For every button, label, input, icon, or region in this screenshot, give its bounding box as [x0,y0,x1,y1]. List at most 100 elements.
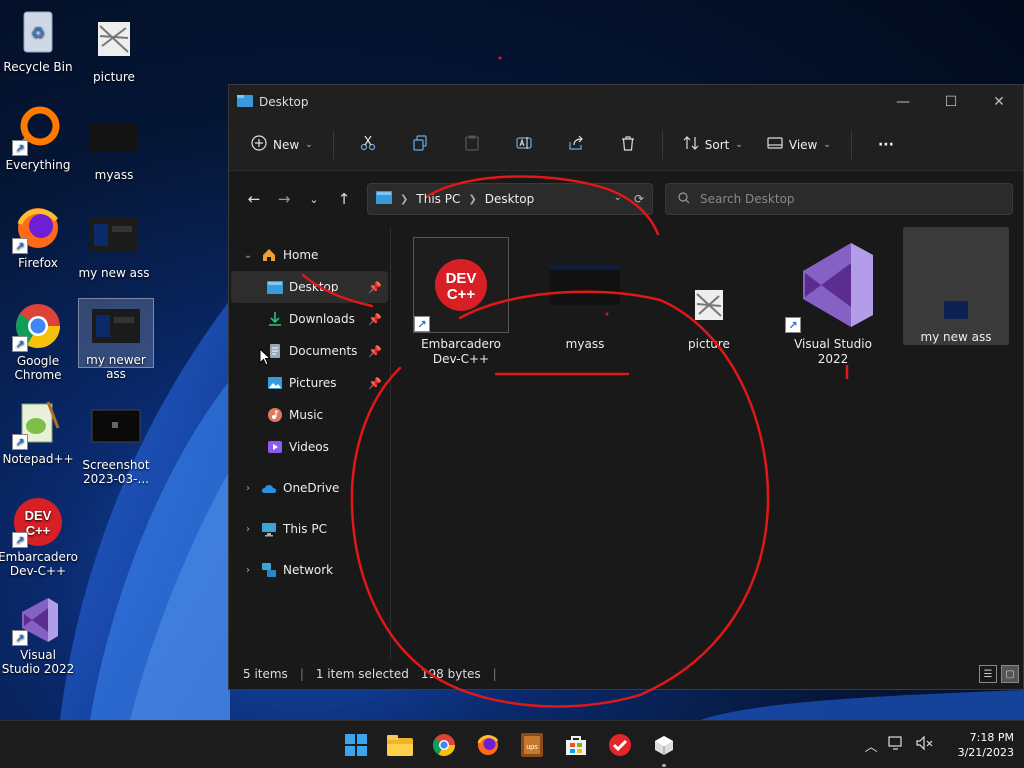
visual-studio-icon: ↗ [785,237,881,333]
navigation-pane[interactable]: ⌄ Home Desktop 📌 Downloads 📌 Documents 📌… [229,227,391,660]
file-name: myass [565,337,605,351]
search-input[interactable] [700,192,980,206]
cut-button[interactable] [344,129,392,161]
share-button[interactable] [552,129,600,161]
volume-muted-icon[interactable] [915,735,934,755]
network-status-icon[interactable] [887,735,906,755]
sidebar-item-pictures[interactable]: Pictures 📌 [231,367,388,399]
toolbar-divider [661,130,663,159]
shortcut-arrow-icon: ↗ [785,317,801,333]
view-button[interactable]: View ⌄ [757,129,841,161]
explorer-cube-icon[interactable] [648,729,680,767]
sidebar-item-desktop[interactable]: Desktop 📌 [231,271,388,303]
sidebar-item-downloads[interactable]: Downloads 📌 [231,303,388,335]
file-item-my-new-ass[interactable]: my new ass [903,227,1009,345]
desktop-icon-myass[interactable]: myass [76,114,152,182]
sidebar-item-label: Videos [289,440,329,454]
desktop-icon-firefox[interactable]: ↗ Firefox [0,202,76,270]
search-box[interactable] [665,183,1013,215]
close-button[interactable]: ✕ [975,85,1023,119]
details-view-icon[interactable]: ☰ [979,665,997,683]
pin-icon: 📌 [368,312,382,326]
file-explorer-window[interactable]: Desktop — ☐ ✕ New ⌄ Sort ⌄ View ⌄ ··· ← … [228,84,1024,690]
expand-chevron-icon[interactable]: › [241,524,255,535]
network-icon [261,562,277,578]
expand-chevron-icon[interactable]: › [241,565,255,576]
windows-start-icon[interactable] [340,729,372,761]
sidebar-item-documents[interactable]: Documents 📌 [231,335,388,367]
rename-button[interactable] [500,129,548,161]
file-name: Visual Studio 2022 [794,337,872,366]
sidebar-item-videos[interactable]: Videos [231,431,388,463]
sidebar-item-music[interactable]: Music [231,399,388,431]
file-item-myass[interactable]: myass [533,237,637,352]
sort-button[interactable]: Sort ⌄ [673,129,753,161]
computer-icon [261,521,277,537]
breadcrumb-this-pc[interactable]: This PC [416,192,460,206]
desktop-icon-picture[interactable]: picture [76,16,152,84]
sidebar-item-label: Home [283,248,319,262]
pin-icon: 📌 [368,280,382,294]
sidebar-item-this-pc[interactable]: › This PC [231,513,388,545]
command-bar: New ⌄ Sort ⌄ View ⌄ ··· [229,119,1023,171]
file-explorer-icon[interactable] [384,729,416,761]
winrar-icon[interactable]: ups [516,729,548,761]
expand-chevron-icon[interactable]: ⌄ [241,250,255,261]
taskbar: ups ︿ 7:18 PM 3/21/2023 [0,720,1024,768]
show-hidden-icons-chevron-icon[interactable]: ︿ [865,736,878,755]
address-bar[interactable]: ❯ This PC ❯ Desktop ⌄ ⟳ [367,183,653,215]
running-indicator [662,764,666,767]
microsoft-store-icon[interactable] [560,729,592,761]
address-dropdown-chevron-icon[interactable]: ⌄ [614,192,622,206]
more-options-button[interactable]: ··· [862,129,910,161]
recent-locations-chevron-icon[interactable]: ⌄ [299,184,329,214]
desktop-icon-recycle-bin[interactable]: ♻ Recycle Bin [0,6,76,74]
sort-button-label: Sort [704,137,730,152]
chrome-icon[interactable] [428,729,460,761]
desktop-icon-dev-cpp[interactable]: DEV C++ ↗ Embarcadero Dev-C++ [0,496,78,578]
file-item-picture[interactable]: picture [657,237,761,352]
back-arrow-icon[interactable]: ← [239,184,269,214]
chrome-icon: ↗ [12,300,64,352]
new-button[interactable]: New ⌄ [241,129,323,161]
breadcrumb-desktop[interactable]: Desktop [485,192,535,206]
clock[interactable]: 7:18 PM 3/21/2023 [958,730,1014,760]
sidebar-item-label: Network [283,563,334,577]
file-name: Embarcadero Dev-C++ [421,337,501,366]
minimize-button[interactable]: — [879,85,927,119]
sidebar-item-label: Desktop [289,280,339,294]
file-list-pane[interactable]: DEV C++ ↗ Embarcadero Dev-C++ myass pictu… [391,227,1023,660]
up-arrow-icon[interactable]: ↑ [329,184,359,214]
firefox-icon[interactable] [472,729,504,761]
desktop-icon-my-newer-ass[interactable]: my newer ass [78,298,154,381]
image-file-icon [88,212,140,264]
file-item-dev-cpp[interactable]: DEV C++ ↗ Embarcadero Dev-C++ [409,237,513,367]
expand-chevron-icon[interactable]: › [241,483,255,494]
sidebar-item-home[interactable]: ⌄ Home [231,239,388,271]
todo-check-icon[interactable] [604,729,636,761]
sidebar-item-network[interactable]: › Network [231,554,388,586]
paste-button[interactable] [448,129,496,161]
large-icons-view-icon[interactable]: ▢ [1001,665,1019,683]
search-icon [678,191,690,207]
desktop-icon-my-new-ass[interactable]: my new ass [76,212,152,280]
desktop-icon-screenshot[interactable]: Screenshot 2023-03-... [78,404,154,486]
sidebar-item-label: Documents [289,344,358,358]
file-name: my new ass [920,330,992,344]
desktop-icon-notepad-plus-plus[interactable]: ↗ Notepad++ [0,398,76,466]
delete-button[interactable] [604,129,652,161]
onedrive-cloud-icon [261,480,277,496]
title-bar[interactable]: Desktop — ☐ ✕ [229,85,1023,119]
refresh-icon[interactable]: ⟳ [634,192,644,206]
desktop-icon-google-chrome[interactable]: ↗ Google Chrome [0,300,76,382]
forward-arrow-icon[interactable]: → [269,184,299,214]
svg-text:DEV: DEV [25,508,52,523]
home-icon [261,247,277,263]
sidebar-item-label: Pictures [289,376,337,390]
sidebar-item-onedrive[interactable]: › OneDrive [231,472,388,504]
copy-button[interactable] [396,129,444,161]
file-item-visual-studio[interactable]: ↗ Visual Studio 2022 [781,237,885,367]
maximize-button[interactable]: ☐ [927,85,975,119]
desktop-icon-visual-studio[interactable]: ↗ Visual Studio 2022 [0,594,76,676]
desktop-icon-everything[interactable]: ↗ Everything [0,104,76,172]
